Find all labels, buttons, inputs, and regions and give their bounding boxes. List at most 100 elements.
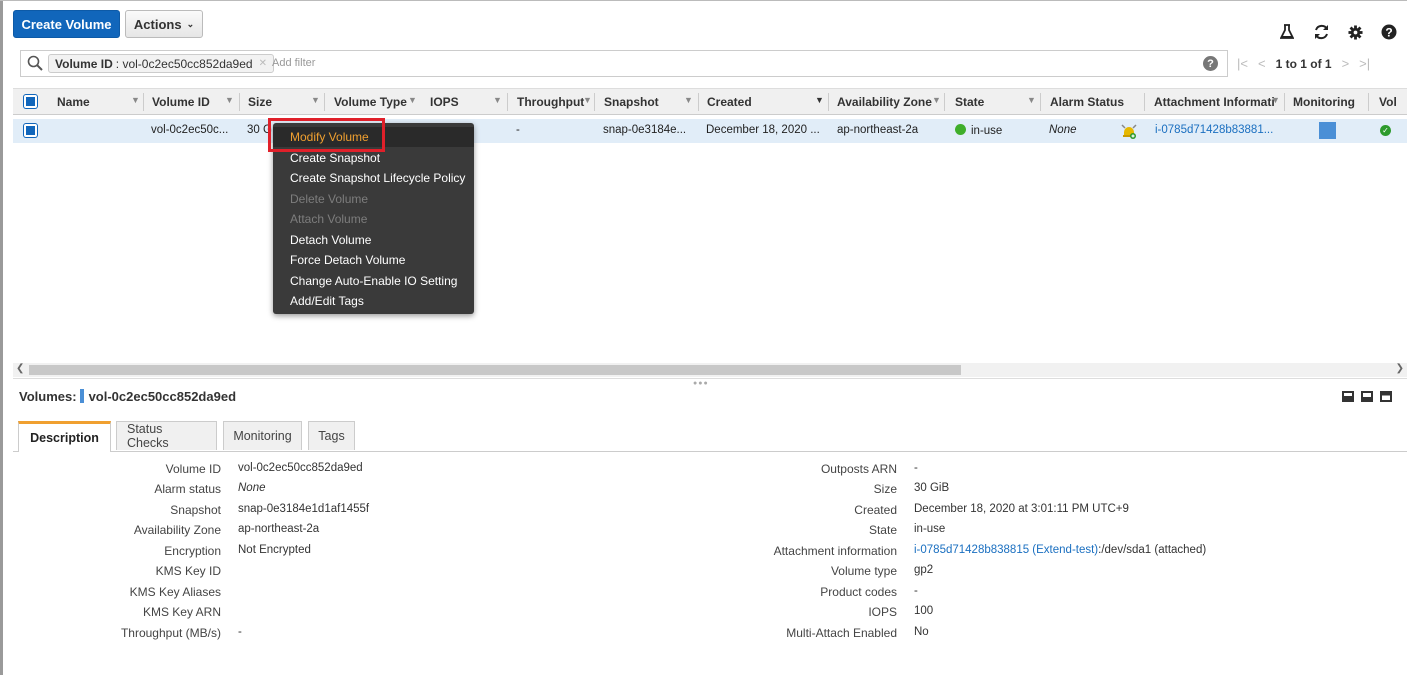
sort-icon[interactable]: ▼ [493, 95, 502, 105]
value-attachment-information: i-0785d71428b838815 (Extend-test):/dev/s… [914, 544, 1206, 556]
tab-monitoring[interactable]: Monitoring [223, 421, 302, 450]
column-divider[interactable] [1368, 93, 1369, 111]
column-monitoring[interactable]: Monitoring [1293, 95, 1355, 109]
sort-icon[interactable]: ▼ [311, 95, 320, 105]
label-iops: IOPS [868, 605, 897, 619]
column-divider[interactable] [507, 93, 508, 111]
column-alarm-status[interactable]: Alarm Status [1050, 95, 1124, 109]
column-created[interactable]: Created [707, 95, 752, 109]
menu-item-auto-enable-io[interactable]: Change Auto-Enable IO Setting [290, 274, 457, 288]
value-availability-zone: ap-northeast-2a [238, 523, 320, 535]
label-encryption: Encryption [164, 544, 221, 558]
cell-state: in-use [955, 124, 1002, 137]
menu-item-detach-volume[interactable]: Detach Volume [290, 233, 371, 247]
sort-icon[interactable]: ▼ [932, 95, 941, 105]
layout-top-icon[interactable] [1380, 391, 1392, 402]
filter-help-icon[interactable]: ? [1203, 56, 1218, 71]
top-right-tools: ? [1277, 22, 1399, 42]
column-throughput[interactable]: Throughput [517, 95, 584, 109]
menu-item-add-edit-tags[interactable]: Add/Edit Tags [290, 294, 364, 308]
label-kms-key-arn: KMS Key ARN [142, 605, 221, 619]
next-page-icon[interactable]: > [1342, 56, 1350, 71]
scroll-right-icon[interactable]: ❯ [1396, 363, 1404, 374]
horizontal-scrollbar[interactable]: ❮ ❯ [13, 363, 1407, 377]
value-created: December 18, 2020 at 3:01:11 PM UTC+9 [914, 503, 1129, 515]
column-name[interactable]: Name [57, 95, 90, 109]
select-all-checkbox[interactable] [24, 95, 37, 108]
scroll-thumb[interactable] [29, 365, 961, 375]
column-divider[interactable] [594, 93, 595, 111]
column-divider[interactable] [1284, 93, 1285, 111]
column-volume-status[interactable]: Vol [1379, 95, 1397, 109]
layout-bottom-icon[interactable] [1342, 391, 1354, 402]
value-snapshot-link[interactable]: snap-0e3184e1d1af1455f [238, 503, 369, 515]
label-attachment-information: Attachment information [773, 544, 897, 558]
label-multi-attach: Multi-Attach Enabled [786, 626, 897, 640]
value-outposts-arn: - [914, 462, 918, 474]
cell-throughput: - [516, 124, 520, 136]
attachment-instance-link[interactable]: i-0785d71428b838815 (Extend-test) [914, 544, 1098, 556]
sort-icon[interactable]: ▼ [131, 95, 140, 105]
column-divider[interactable] [239, 93, 240, 111]
column-volume-type[interactable]: Volume Type [334, 95, 407, 109]
filter-chip-key: Volume ID [55, 56, 113, 71]
column-volume-id[interactable]: Volume ID [152, 95, 210, 109]
cell-volume-id: vol-0c2ec50c... [151, 124, 229, 136]
table-row[interactable]: vol-0c2ec50c... 30 G - snap-0e3184e... D… [13, 119, 1407, 143]
column-size[interactable]: Size [248, 95, 272, 109]
sort-icon[interactable]: ▼ [684, 95, 693, 105]
column-availability-zone[interactable]: Availability Zone [837, 95, 932, 109]
refresh-icon[interactable] [1311, 22, 1331, 42]
sort-desc-icon[interactable]: ▼ [815, 95, 824, 105]
pane-splitter[interactable] [13, 378, 1407, 379]
column-attachment[interactable]: Attachment Informati [1154, 95, 1275, 109]
column-divider[interactable] [944, 93, 945, 111]
value-product-codes: - [914, 585, 918, 597]
menu-item-create-snapshot[interactable]: Create Snapshot [290, 151, 380, 165]
create-alarm-icon[interactable] [1121, 123, 1137, 139]
first-page-icon[interactable]: |< [1237, 56, 1248, 71]
filter-chip[interactable]: Volume ID : vol-0c2ec50cc852da9ed ✕ [48, 54, 274, 73]
search-icon [27, 55, 43, 74]
label-throughput: Throughput (MB/s) [120, 626, 221, 640]
tab-description[interactable]: Description [18, 421, 111, 452]
tab-status-checks[interactable]: Status Checks [116, 421, 217, 450]
value-state: in-use [914, 523, 946, 535]
column-divider[interactable] [828, 93, 829, 111]
remove-filter-icon[interactable]: ✕ [259, 58, 267, 69]
add-filter-input[interactable]: Add filter [272, 57, 315, 69]
column-divider[interactable] [1144, 93, 1145, 111]
column-state[interactable]: State [955, 95, 984, 109]
sort-icon[interactable]: ▼ [225, 95, 234, 105]
layout-split-icon[interactable] [1361, 391, 1373, 402]
resize-grip-icon[interactable]: ●●● [693, 380, 709, 387]
column-divider[interactable] [324, 93, 325, 111]
sort-icon[interactable]: ▼ [1027, 95, 1036, 105]
scroll-left-icon[interactable]: ❮ [16, 363, 24, 374]
column-snapshot[interactable]: Snapshot [604, 95, 659, 109]
filter-bar[interactable]: Volume ID : vol-0c2ec50cc852da9ed ✕ Add … [20, 50, 1228, 77]
gear-icon[interactable] [1345, 22, 1365, 42]
help-icon[interactable]: ? [1379, 22, 1399, 42]
cell-availability-zone: ap-northeast-2a [837, 124, 919, 136]
actions-button[interactable]: Actions ⌄ [125, 10, 203, 38]
sort-icon[interactable]: ▼ [583, 95, 592, 105]
column-iops[interactable]: IOPS [430, 95, 459, 109]
cell-created: December 18, 2020 ... [706, 124, 820, 136]
sort-icon[interactable]: ▼ [1271, 95, 1280, 105]
sort-icon[interactable]: ▼ [408, 95, 417, 105]
menu-item-force-detach[interactable]: Force Detach Volume [290, 253, 405, 267]
value-multi-attach: No [914, 626, 929, 638]
tab-tags[interactable]: Tags [308, 421, 355, 450]
create-volume-button[interactable]: Create Volume [13, 10, 120, 38]
flask-icon[interactable] [1277, 22, 1297, 42]
last-page-icon[interactable]: >| [1359, 56, 1370, 71]
row-checkbox[interactable] [24, 124, 37, 137]
column-divider[interactable] [1040, 93, 1041, 111]
menu-item-create-lifecycle-policy[interactable]: Create Snapshot Lifecycle Policy [290, 171, 465, 185]
prev-page-icon[interactable]: < [1258, 56, 1266, 71]
cell-attachment-link[interactable]: i-0785d71428b83881... [1155, 124, 1273, 136]
monitoring-chart-icon[interactable] [1319, 122, 1336, 139]
column-divider[interactable] [143, 93, 144, 111]
column-divider[interactable] [698, 93, 699, 111]
